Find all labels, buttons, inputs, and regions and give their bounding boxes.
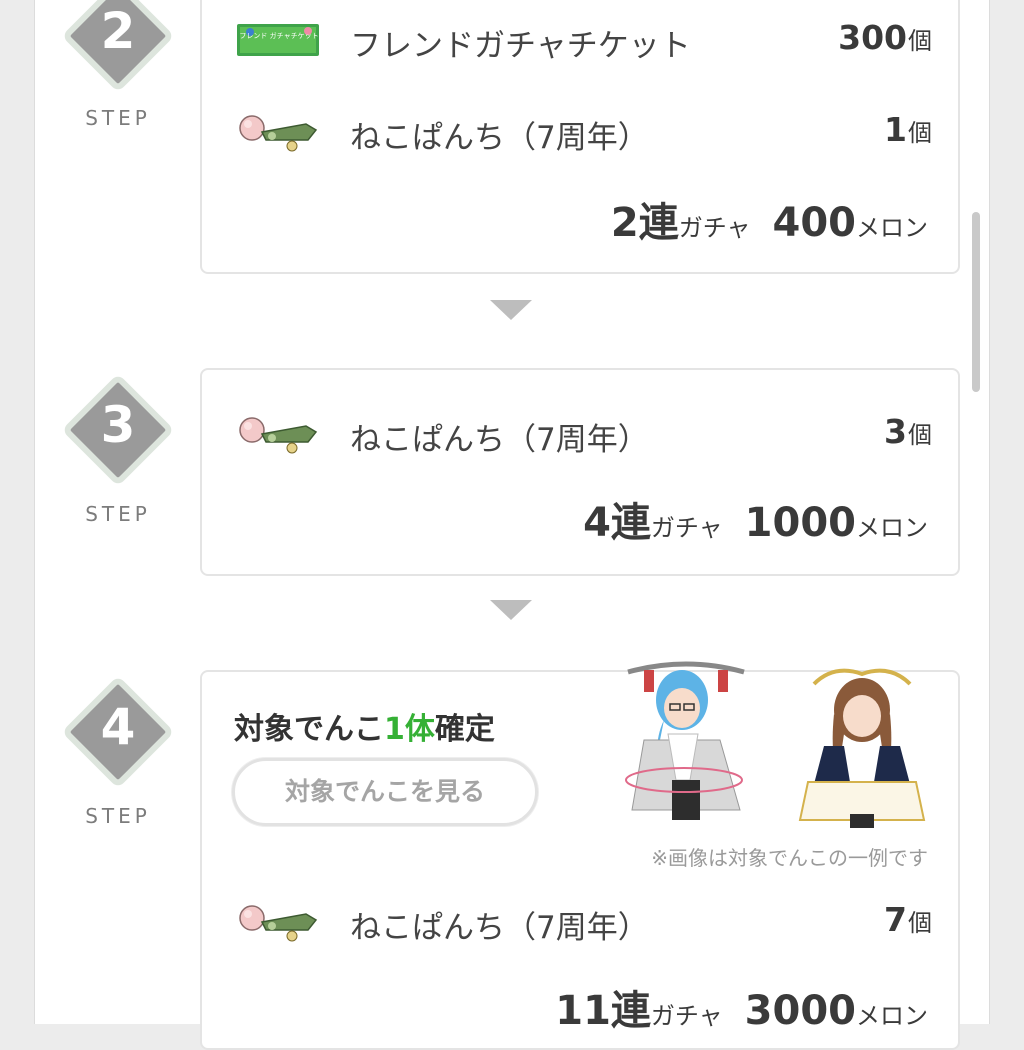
step-badge-2: 2 xyxy=(61,0,175,93)
gacha-price: 4連ガチャ 1000メロン xyxy=(583,500,928,546)
step-badge-3: 3 xyxy=(61,373,175,487)
step-2-card: フレンド ガチャチケット フレンドガチャチケット 300個 ねこぱんち（7周年）… xyxy=(200,0,960,274)
reward-name: ねこぱんち（7周年） xyxy=(350,910,649,946)
scrollbar-thumb[interactable] xyxy=(972,212,980,392)
friend-gacha-ticket-icon: フレンド ガチャチケット xyxy=(237,24,319,56)
view-target-denko-button[interactable]: 対象でんこを見る xyxy=(232,758,538,826)
denko-character-image-2 xyxy=(798,668,926,828)
guarantee-title: 対象でんこ1体確定 xyxy=(234,712,495,747)
nekopunch-icon xyxy=(239,905,318,942)
reward-quantity: 300個 xyxy=(838,18,932,57)
reward-row: ねこぱんち（7周年） 3個 xyxy=(202,404,962,464)
step-badge-4: 4 xyxy=(61,675,175,789)
step-3-card: ねこぱんち（7周年） 3個 4連ガチャ 1000メロン xyxy=(200,368,960,576)
denko-character-image-1 xyxy=(625,661,745,820)
reward-quantity: 3個 xyxy=(884,412,932,451)
step-label: STEP xyxy=(85,502,151,526)
image-note: ※画像は対象でんこの一例です xyxy=(651,846,928,870)
reward-quantity: 7個 xyxy=(884,900,932,939)
down-arrow-icon xyxy=(490,300,532,320)
step-label: STEP xyxy=(85,106,151,130)
step-number: 4 xyxy=(100,698,136,756)
gacha-price: 11連ガチャ 3000メロン xyxy=(555,988,928,1034)
step-number: 2 xyxy=(100,2,136,60)
reward-row: フレンド ガチャチケット フレンドガチャチケット 300個 xyxy=(202,10,962,70)
reward-name: ねこぱんち（7周年） xyxy=(350,120,649,156)
gacha-price: 2連ガチャ 400メロン xyxy=(610,200,928,246)
reward-row: ねこぱんち（7周年） 7個 xyxy=(202,892,962,952)
nekopunch-icon xyxy=(239,417,318,454)
step-4-card: 対象でんこ1体確定 対象でんこを見る ※画像は対象でんこの一例です ねこぱんち（… xyxy=(200,661,962,1050)
reward-name: ねこぱんち（7周年） xyxy=(350,422,649,458)
down-arrow-icon xyxy=(490,600,532,620)
nekopunch-icon xyxy=(239,115,318,152)
step-label: STEP xyxy=(85,804,151,828)
step-number: 3 xyxy=(100,396,136,454)
reward-quantity: 1個 xyxy=(884,110,932,149)
reward-name: フレンドガチャチケット xyxy=(350,28,691,64)
reward-row: ねこぱんち（7周年） 1個 xyxy=(202,102,962,162)
ticket-text: フレンド ガチャチケット xyxy=(239,31,318,40)
